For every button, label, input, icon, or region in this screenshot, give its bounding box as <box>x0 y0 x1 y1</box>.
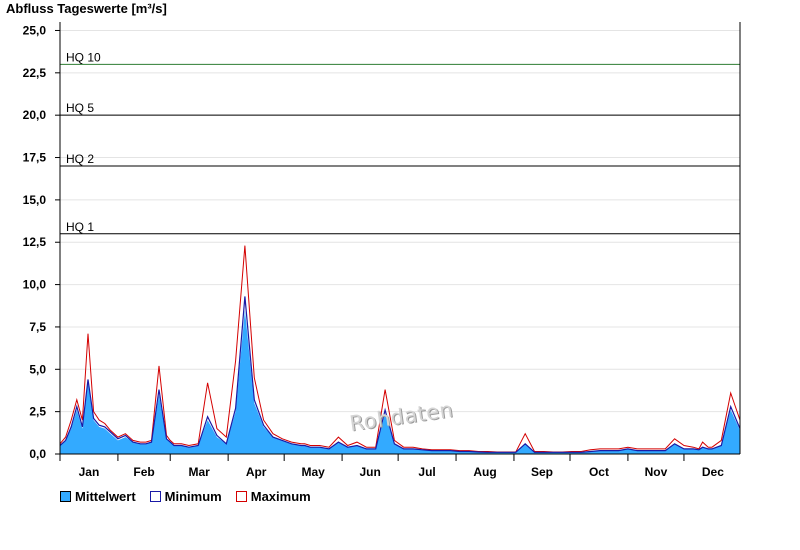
y-tick-label: 17,5 <box>23 151 47 165</box>
y-tick-label: 5,0 <box>29 362 46 376</box>
legend-item-mittelwert: Mittelwert <box>60 489 136 504</box>
legend-swatch-mittelwert <box>60 491 71 502</box>
y-tick-label: 10,0 <box>23 278 47 292</box>
legend-label-mittelwert: Mittelwert <box>75 489 136 504</box>
y-tick-label: 2,5 <box>29 405 46 419</box>
threshold-label: HQ 1 <box>66 220 94 234</box>
y-tick-label: 22,5 <box>23 66 47 80</box>
y-tick-label: 25,0 <box>23 23 47 37</box>
x-tick-label: Jun <box>359 465 380 479</box>
x-tick-label: Jan <box>79 465 100 479</box>
grid-layer <box>60 29 740 413</box>
threshold-label: HQ 5 <box>66 101 94 115</box>
series-mittelwert-area <box>60 310 740 454</box>
x-tick-label: May <box>301 465 325 479</box>
x-tick-label: Feb <box>133 465 154 479</box>
threshold-layer: HQ 1 HQ 2 HQ 5 HQ 10 <box>60 50 740 235</box>
y-tick-label: 15,0 <box>23 193 47 207</box>
x-tick-label: Dec <box>702 465 724 479</box>
x-tick-label: Jul <box>418 465 435 479</box>
legend-swatch-maximum <box>235 491 247 502</box>
y-tick-label: 20,0 <box>23 108 47 122</box>
x-tick-label: Mar <box>189 465 211 479</box>
legend: Mittelwert Minimum Maximum <box>60 489 311 504</box>
y-tick-label: 12,5 <box>23 235 47 249</box>
threshold-label: HQ 10 <box>66 50 101 64</box>
x-tick-label: Sep <box>531 465 553 479</box>
x-tick-label: Aug <box>473 465 496 479</box>
legend-swatch-minimum <box>149 491 161 502</box>
legend-label-minimum: Minimum <box>164 489 222 504</box>
y-tick-label: 0,0 <box>29 447 46 461</box>
x-tick-label: Nov <box>645 465 668 479</box>
legend-item-minimum: Minimum <box>149 489 222 504</box>
discharge-chart: HQ 1 HQ 2 HQ 5 HQ 10 0,0 2,5 5,0 7,5 10,0 12,5 15… <box>23 22 741 479</box>
legend-label-maximum: Maximum <box>250 489 311 504</box>
y-tick-label: 7,5 <box>29 320 46 334</box>
x-tick-label: Apr <box>246 465 267 479</box>
x-tick-label: Oct <box>589 465 609 479</box>
threshold-label: HQ 2 <box>66 152 94 166</box>
legend-item-maximum: Maximum <box>235 489 311 504</box>
